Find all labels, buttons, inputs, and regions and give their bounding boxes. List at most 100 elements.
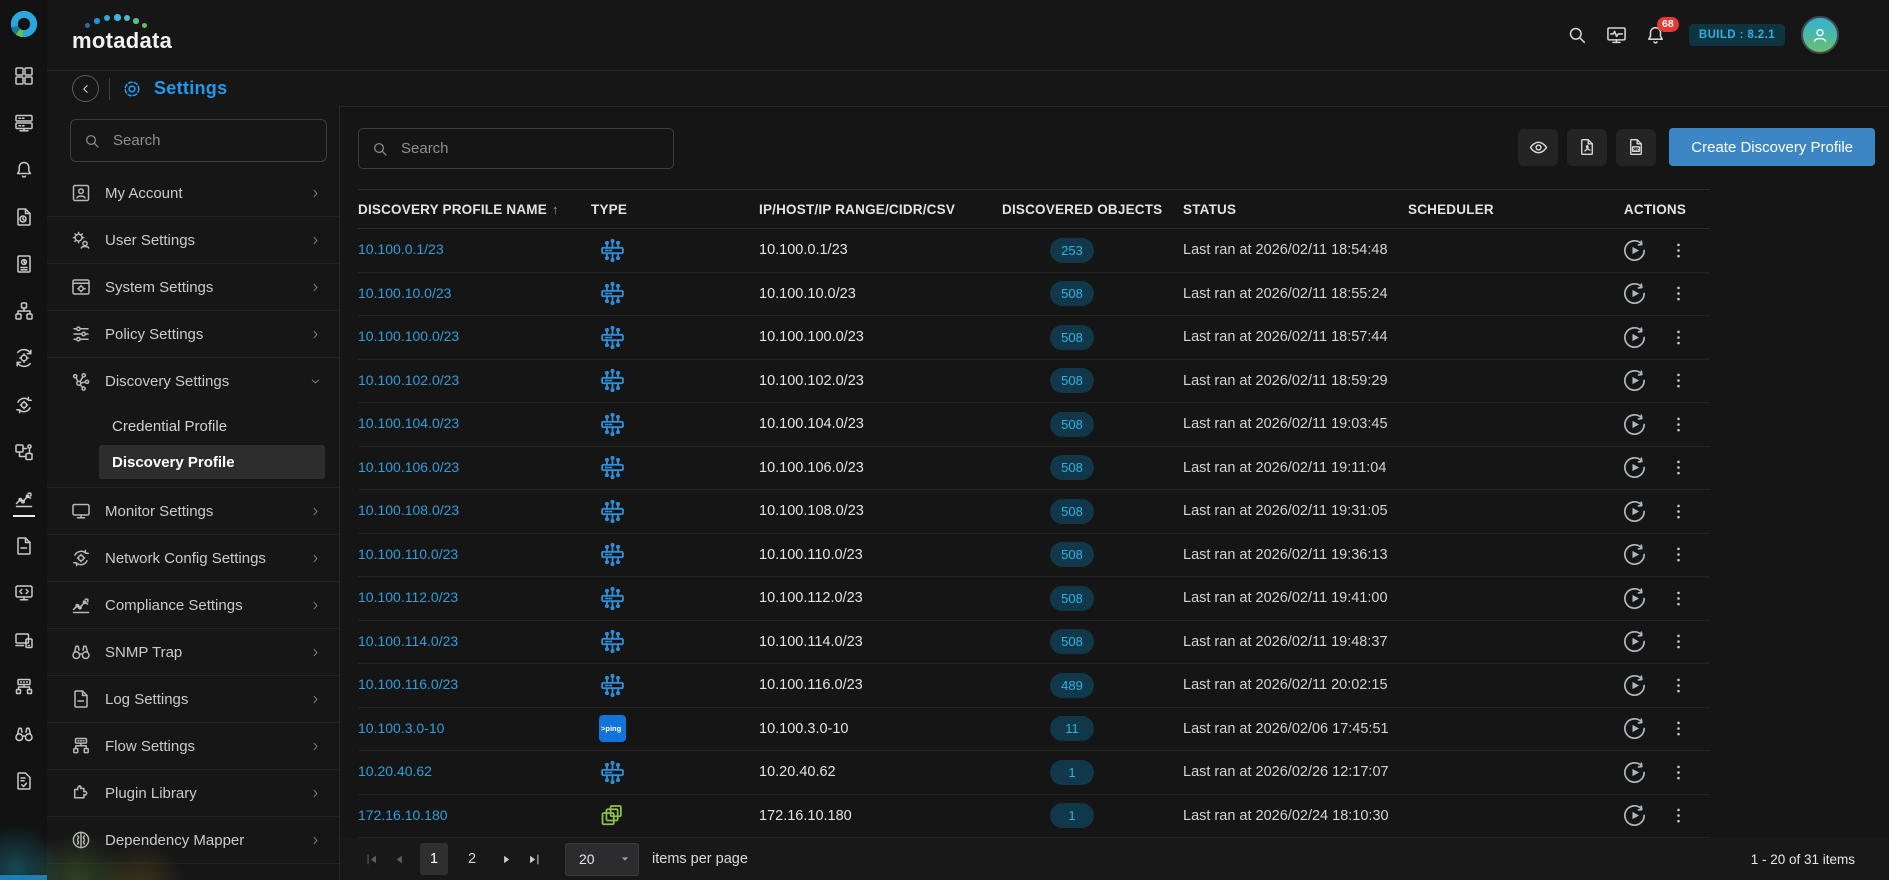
row-menu-button[interactable] (1669, 458, 1688, 477)
row-menu-button[interactable] (1669, 502, 1688, 521)
column-header-status[interactable]: STATUS (1183, 202, 1408, 217)
column-header-scheduler[interactable]: SCHEDULER (1408, 202, 1600, 217)
sidebar-item-monitor-settings[interactable]: Monitor Settings (47, 488, 339, 535)
back-button[interactable] (72, 75, 99, 102)
motadata-wordmark[interactable]: motadata (72, 12, 172, 58)
rail-item-net-config[interactable] (13, 394, 35, 416)
row-menu-button[interactable] (1669, 806, 1688, 825)
motadata-logo-mark[interactable] (9, 9, 39, 39)
discovered-objects-badge[interactable]: 508 (1050, 325, 1094, 350)
row-menu-button[interactable] (1669, 415, 1688, 434)
sidebar-item-flow-settings[interactable]: Flow Settings (47, 723, 339, 770)
column-header-type[interactable]: TYPE (591, 202, 759, 217)
discovered-objects-badge[interactable]: 508 (1050, 499, 1094, 524)
rail-item-servers[interactable] (13, 112, 35, 134)
profile-name-link[interactable]: 10.100.10.0/23 (358, 285, 451, 301)
sidebar-item-snmp-trap[interactable]: SNMP Trap (47, 629, 339, 676)
rail-item-sync-gear[interactable] (13, 347, 35, 369)
profile-name-link[interactable]: 10.20.40.62 (358, 763, 432, 779)
table-search[interactable] (358, 128, 674, 169)
sidebar-subitem-discovery-profile[interactable]: Discovery Profile (99, 445, 325, 479)
rail-item-topology[interactable] (13, 300, 35, 322)
rail-item-doc-clock[interactable] (13, 206, 35, 228)
sidebar-subitem-credential-profile[interactable]: Credential Profile (47, 409, 339, 443)
sidebar-item-my-account[interactable]: My Account (47, 170, 339, 217)
row-menu-button[interactable] (1669, 545, 1688, 564)
rail-item-trend[interactable] (13, 488, 35, 510)
previous-page-button[interactable] (392, 852, 407, 867)
rail-item-bell[interactable] (13, 159, 35, 181)
discovered-objects-badge[interactable]: 1 (1050, 760, 1094, 785)
rail-item-binoculars[interactable] (13, 723, 35, 745)
create-discovery-profile-button[interactable]: Create Discovery Profile (1669, 128, 1875, 166)
next-page-button[interactable] (499, 852, 514, 867)
run-discovery-button[interactable] (1622, 542, 1647, 567)
profile-name-link[interactable]: 10.100.106.0/23 (358, 459, 459, 475)
discovered-objects-badge[interactable]: 1 (1050, 803, 1094, 828)
sidebar-item-dependency-mapper[interactable]: Dependency Mapper (47, 817, 339, 864)
row-menu-button[interactable] (1669, 763, 1688, 782)
page-button-1[interactable]: 1 (420, 843, 448, 875)
export-csv-button[interactable]: CSV (1616, 129, 1656, 166)
discovered-objects-badge[interactable]: 489 (1050, 673, 1094, 698)
row-menu-button[interactable] (1669, 284, 1688, 303)
profile-name-link[interactable]: 172.16.10.180 (358, 807, 448, 823)
profile-name-link[interactable]: 10.100.108.0/23 (358, 502, 459, 518)
rail-item-code-monitor[interactable] (13, 582, 35, 604)
run-discovery-button[interactable] (1622, 760, 1647, 785)
discovered-objects-badge[interactable]: 508 (1050, 455, 1094, 480)
run-discovery-button[interactable] (1622, 673, 1647, 698)
run-discovery-button[interactable] (1622, 281, 1647, 306)
notifications-bell-icon[interactable]: 68 (1644, 24, 1667, 47)
sidebar-item-plugin-library[interactable]: Plugin Library (47, 770, 339, 817)
run-discovery-button[interactable] (1622, 238, 1647, 263)
run-discovery-button[interactable] (1622, 629, 1647, 654)
discovered-objects-badge[interactable]: 508 (1050, 586, 1094, 611)
profile-name-link[interactable]: 10.100.104.0/23 (358, 415, 459, 431)
column-header-discovery-profile-name[interactable]: DISCOVERY PROFILE NAME↑ (358, 202, 591, 217)
rail-item-doc-check[interactable] (13, 770, 35, 792)
profile-name-link[interactable]: 10.100.102.0/23 (358, 372, 459, 388)
discovered-objects-badge[interactable]: 508 (1050, 542, 1094, 567)
row-menu-button[interactable] (1669, 632, 1688, 651)
discovered-objects-badge[interactable]: 508 (1050, 412, 1094, 437)
export-pdf-button[interactable] (1567, 129, 1607, 166)
run-discovery-button[interactable] (1622, 412, 1647, 437)
sidebar-item-policy-settings[interactable]: Policy Settings (47, 311, 339, 358)
row-menu-button[interactable] (1669, 241, 1688, 260)
discovered-objects-badge[interactable]: 11 (1050, 716, 1094, 741)
discovered-objects-badge[interactable]: 508 (1050, 368, 1094, 393)
run-discovery-button[interactable] (1622, 499, 1647, 524)
run-discovery-button[interactable] (1622, 368, 1647, 393)
row-menu-button[interactable] (1669, 371, 1688, 390)
column-header-ip-host-ip-range-cidr-csv[interactable]: IP/HOST/IP RANGE/CIDR/CSV (759, 202, 1002, 217)
system-health-icon[interactable] (1605, 24, 1628, 47)
sidebar-search-input[interactable] (111, 131, 314, 150)
sidebar-item-user-settings[interactable]: User Settings (47, 217, 339, 264)
sidebar-item-network-config-settings[interactable]: Network Config Settings (47, 535, 339, 582)
profile-name-link[interactable]: 10.100.110.0/23 (358, 546, 458, 562)
run-discovery-button[interactable] (1622, 325, 1647, 350)
rail-item-node-link[interactable] (13, 441, 35, 463)
page-size-select[interactable]: 20 (565, 843, 639, 876)
user-avatar[interactable] (1801, 16, 1839, 54)
rail-item-grid[interactable] (13, 65, 35, 87)
sidebar-item-discovery-settings[interactable]: Discovery Settings (47, 358, 339, 405)
discovered-objects-badge[interactable]: 508 (1050, 629, 1094, 654)
last-page-button[interactable] (527, 852, 542, 867)
profile-name-link[interactable]: 10.100.116.0/23 (358, 676, 458, 692)
global-search-icon[interactable] (1566, 24, 1589, 47)
column-header-discovered-objects[interactable]: DISCOVERED OBJECTS (1002, 202, 1183, 217)
sidebar-search[interactable] (70, 119, 327, 162)
rail-item-report[interactable] (13, 253, 35, 275)
profile-name-link[interactable]: 10.100.114.0/23 (358, 633, 458, 649)
run-discovery-button[interactable] (1622, 586, 1647, 611)
run-discovery-button[interactable] (1622, 803, 1647, 828)
first-page-button[interactable] (364, 852, 379, 867)
column-header-actions[interactable]: ACTIONS (1600, 202, 1710, 217)
rail-item-devices[interactable] (13, 629, 35, 651)
row-menu-button[interactable] (1669, 676, 1688, 695)
page-button-2[interactable]: 2 (458, 843, 486, 875)
run-discovery-button[interactable] (1622, 455, 1647, 480)
row-menu-button[interactable] (1669, 589, 1688, 608)
